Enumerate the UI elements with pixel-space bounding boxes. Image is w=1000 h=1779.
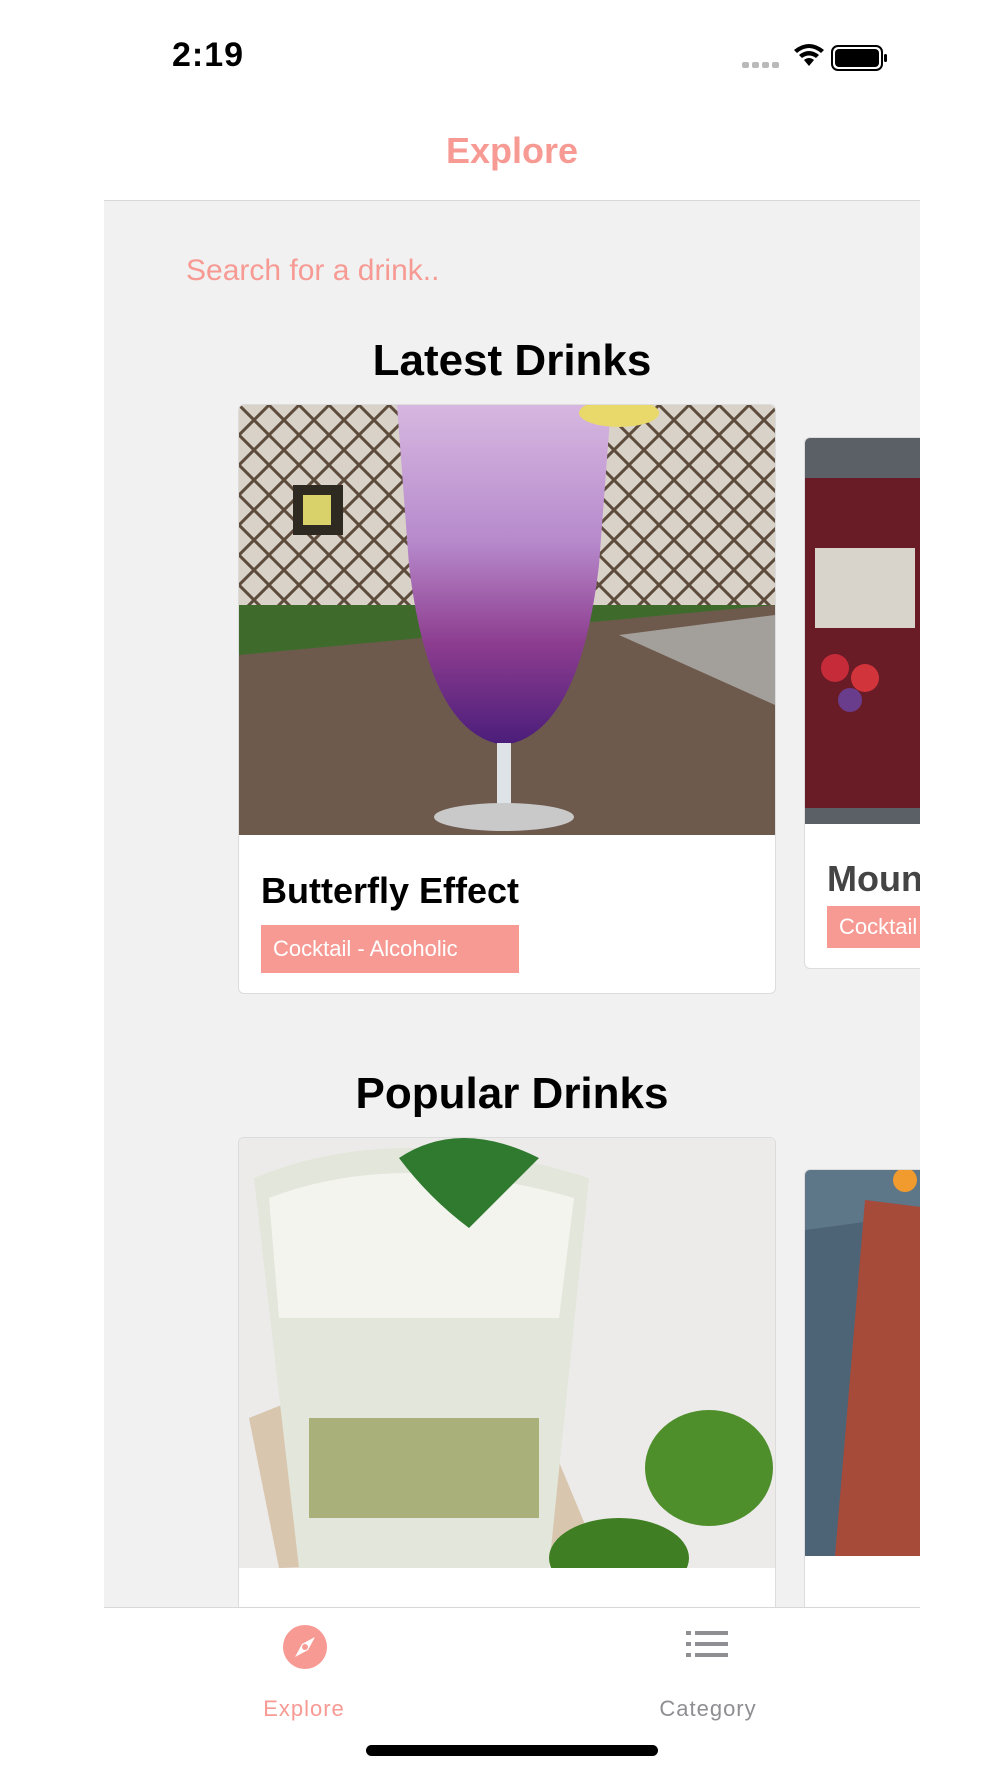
drink-card[interactable]: Moun Cocktail — [804, 437, 920, 969]
battery-icon — [831, 45, 887, 71]
tab-explore-label: Explore — [263, 1696, 345, 1721]
signal-icon — [742, 62, 779, 68]
tab-category[interactable]: Category — [558, 1608, 858, 1728]
section-title-latest: Latest Drinks — [372, 336, 652, 385]
drink-image — [239, 1138, 775, 1568]
compass-icon — [283, 1625, 327, 1669]
home-indicator — [366, 1745, 658, 1756]
drink-card[interactable] — [238, 1137, 776, 1607]
drink-name: Butterfly Effect — [261, 870, 520, 911]
nav-header: Explore — [104, 110, 920, 201]
drink-image — [805, 438, 920, 824]
tab-explore[interactable]: Explore — [154, 1608, 454, 1728]
page-title: Explore — [445, 130, 579, 171]
list-icon — [686, 1631, 728, 1657]
section-title-popular: Popular Drinks — [355, 1069, 669, 1118]
drink-image — [239, 405, 775, 835]
drink-category-badge: Cocktail - Alcoholic — [261, 925, 519, 973]
tab-category-label: Category — [659, 1696, 757, 1721]
status-bar: 2:19 — [0, 0, 1000, 110]
drink-image — [805, 1170, 920, 1556]
drink-card[interactable] — [804, 1169, 920, 1607]
drink-name: Moun — [827, 858, 920, 899]
drink-card[interactable]: Butterfly Effect Cocktail - Alcoholic — [238, 404, 776, 994]
status-time: 2:19 — [172, 36, 245, 74]
search-input[interactable] — [186, 251, 836, 291]
status-icons — [742, 44, 887, 71]
drink-category-badge: Cocktail — [827, 906, 920, 948]
wifi-icon — [794, 44, 824, 66]
explore-content[interactable]: Latest Drinks — [104, 201, 920, 1607]
